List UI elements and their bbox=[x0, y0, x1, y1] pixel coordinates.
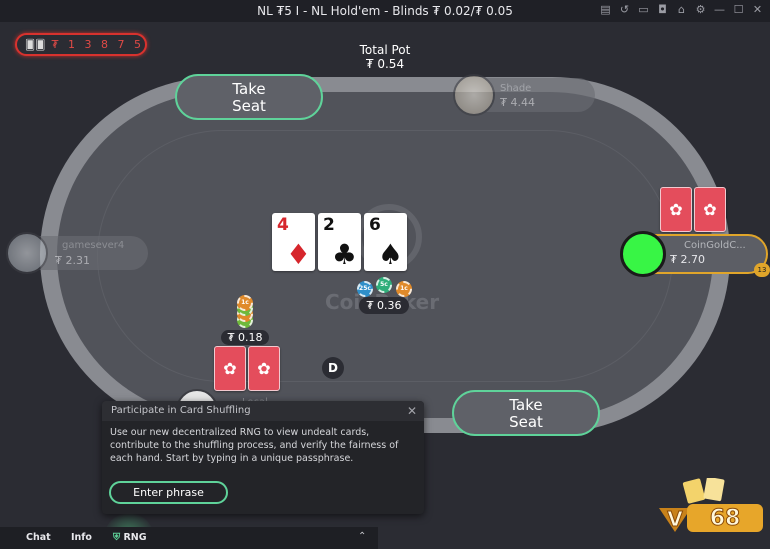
take-seat-label: Take bbox=[232, 80, 266, 98]
layout-icon[interactable]: ▤ bbox=[599, 3, 612, 17]
pot-chip: 1c bbox=[396, 281, 412, 297]
window-titlebar: NL ₮5 I - NL Hold'em - Blinds ₮ 0.02/₮ 0… bbox=[0, 0, 770, 22]
board-card: 4 ♦ bbox=[272, 213, 315, 271]
player-badge: 13 bbox=[754, 263, 770, 277]
card-suit: ♠ bbox=[377, 238, 403, 271]
popup-title: Participate in Card Shuffling bbox=[111, 405, 251, 416]
rng-popup: Participate in Card Shuffling ✕ Use our … bbox=[102, 401, 424, 514]
avatar bbox=[453, 74, 495, 116]
enter-phrase-button[interactable]: Enter phrase bbox=[109, 481, 228, 504]
svg-text:68: 68 bbox=[710, 506, 741, 531]
player-stack: ₮ 2.31 bbox=[55, 254, 90, 267]
cards-icon: 🂠🂠 bbox=[25, 40, 46, 51]
hole-card-back: ✿ bbox=[248, 346, 280, 391]
player-name: gamesever4 bbox=[62, 240, 125, 251]
player-name: CoinGoldC... bbox=[684, 240, 746, 251]
take-seat-button-bottom[interactable]: Take Seat bbox=[452, 390, 600, 436]
svg-text:V: V bbox=[667, 507, 683, 531]
total-pot: Total Pot ₮ 0.54 bbox=[340, 43, 430, 71]
avatar bbox=[6, 232, 48, 274]
card-suit: ♣ bbox=[331, 238, 357, 271]
tab-rng-label: RNG bbox=[123, 532, 147, 543]
popup-body: Use our new decentralized RNG to view un… bbox=[110, 427, 399, 464]
bet-chip: 1c bbox=[237, 295, 253, 311]
close-icon[interactable]: ✕ bbox=[751, 3, 764, 17]
shield-icon: ⛨ bbox=[113, 532, 121, 543]
tab-rng[interactable]: ⛨ RNG bbox=[113, 532, 147, 543]
player-name: Shade bbox=[500, 83, 532, 94]
take-seat-label: Seat bbox=[232, 97, 266, 115]
action-timer bbox=[620, 231, 666, 277]
take-seat-label: Seat bbox=[509, 413, 543, 431]
hole-card-back: ✿ bbox=[214, 346, 246, 391]
hole-card-back: ✿ bbox=[660, 187, 692, 232]
board-card: 2 ♣ bbox=[318, 213, 361, 271]
minimize-icon[interactable]: — bbox=[713, 3, 726, 17]
balance-display[interactable]: 🂠🂠 ₮ 1 3 8 7 5 bbox=[15, 33, 147, 56]
window-controls: ▤ ↺ ▭ ◘ ⌂ ⚙ — ☐ ✕ bbox=[599, 3, 764, 17]
vi68-logo: 68 V bbox=[659, 478, 763, 532]
take-seat-label: Take bbox=[509, 396, 543, 414]
pot-chip: 25c bbox=[357, 281, 373, 297]
history-icon[interactable]: ↺ bbox=[618, 3, 631, 17]
bet-amount: ₮ 0.18 bbox=[221, 330, 269, 345]
camera-icon[interactable]: ◘ bbox=[656, 3, 669, 17]
total-pot-label: Total Pot bbox=[359, 43, 411, 57]
dealer-button: D bbox=[322, 357, 344, 379]
total-pot-value: ₮ 0.54 bbox=[365, 57, 405, 71]
card-rank: 2 bbox=[323, 215, 335, 235]
card-rank: 4 bbox=[277, 215, 289, 235]
player-stack: ₮ 4.44 bbox=[500, 96, 535, 109]
card-suit: ♦ bbox=[285, 238, 311, 271]
chevron-up-icon[interactable]: ⌃ bbox=[358, 531, 366, 542]
player-stack: ₮ 2.70 bbox=[670, 253, 705, 266]
take-seat-button-top[interactable]: Take Seat bbox=[175, 74, 323, 120]
maximize-icon[interactable]: ☐ bbox=[732, 3, 745, 17]
pot-chip: 5c bbox=[376, 277, 392, 293]
folder-icon[interactable]: ▭ bbox=[637, 3, 650, 17]
close-icon[interactable]: ✕ bbox=[407, 404, 417, 418]
tab-chat[interactable]: Chat bbox=[26, 532, 51, 543]
card-rank: 6 bbox=[369, 215, 381, 235]
balance-value: ₮ 1 3 8 7 5 bbox=[51, 38, 144, 51]
popup-header: Participate in Card Shuffling ✕ bbox=[102, 401, 424, 421]
tab-info[interactable]: Info bbox=[71, 532, 92, 543]
settings-icon[interactable]: ⚙ bbox=[694, 3, 707, 17]
board-card: 6 ♠ bbox=[364, 213, 407, 271]
lock-icon[interactable]: ⌂ bbox=[675, 3, 688, 17]
pot-amount: ₮ 0.36 bbox=[359, 297, 409, 314]
bottom-tab-bar: Chat Info ⛨ RNG ⌃ bbox=[0, 527, 378, 549]
hole-card-back: ✿ bbox=[694, 187, 726, 232]
